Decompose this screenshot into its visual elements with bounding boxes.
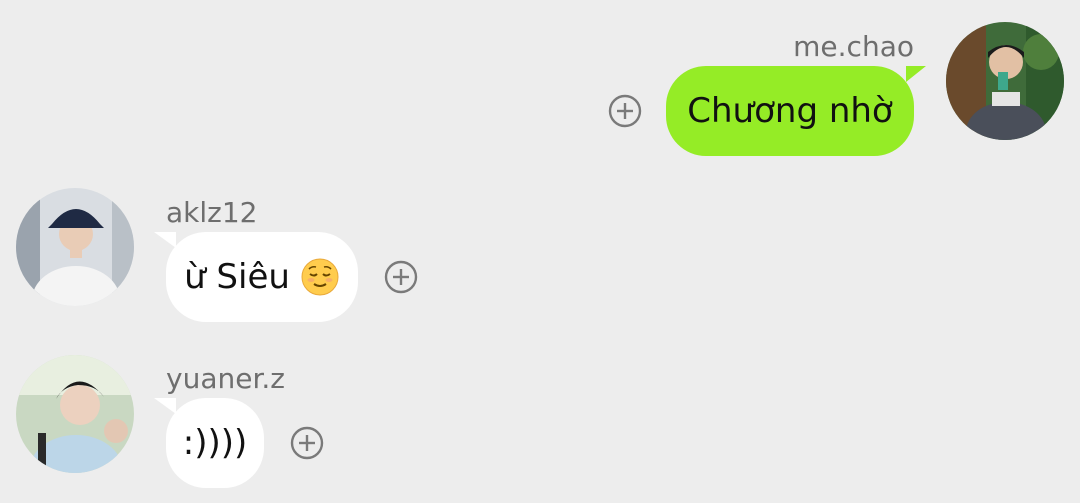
message-text: ừ Siêu [184,257,290,297]
sender-name: aklz12 [166,196,258,229]
sender-name: me.chao [793,30,914,63]
bubble-tail [154,398,176,414]
add-reaction-icon[interactable] [290,426,324,460]
add-reaction-icon[interactable] [608,94,642,128]
avatar[interactable] [16,355,134,473]
add-reaction-icon[interactable] [384,260,418,294]
message-bubble[interactable]: :)))) [166,398,264,488]
avatar[interactable] [16,188,134,306]
bubble-tail [906,66,926,82]
message-bubble[interactable]: ừ Siêu [166,232,358,322]
relieved-face-emoji [300,257,340,297]
avatar[interactable] [946,22,1064,140]
message-text: Chương nhờ [687,91,893,131]
sender-name: yuaner.z [166,362,285,395]
message-bubble[interactable]: Chương nhờ [666,66,914,156]
message-text: :)))) [182,423,248,463]
bubble-tail [154,232,176,248]
